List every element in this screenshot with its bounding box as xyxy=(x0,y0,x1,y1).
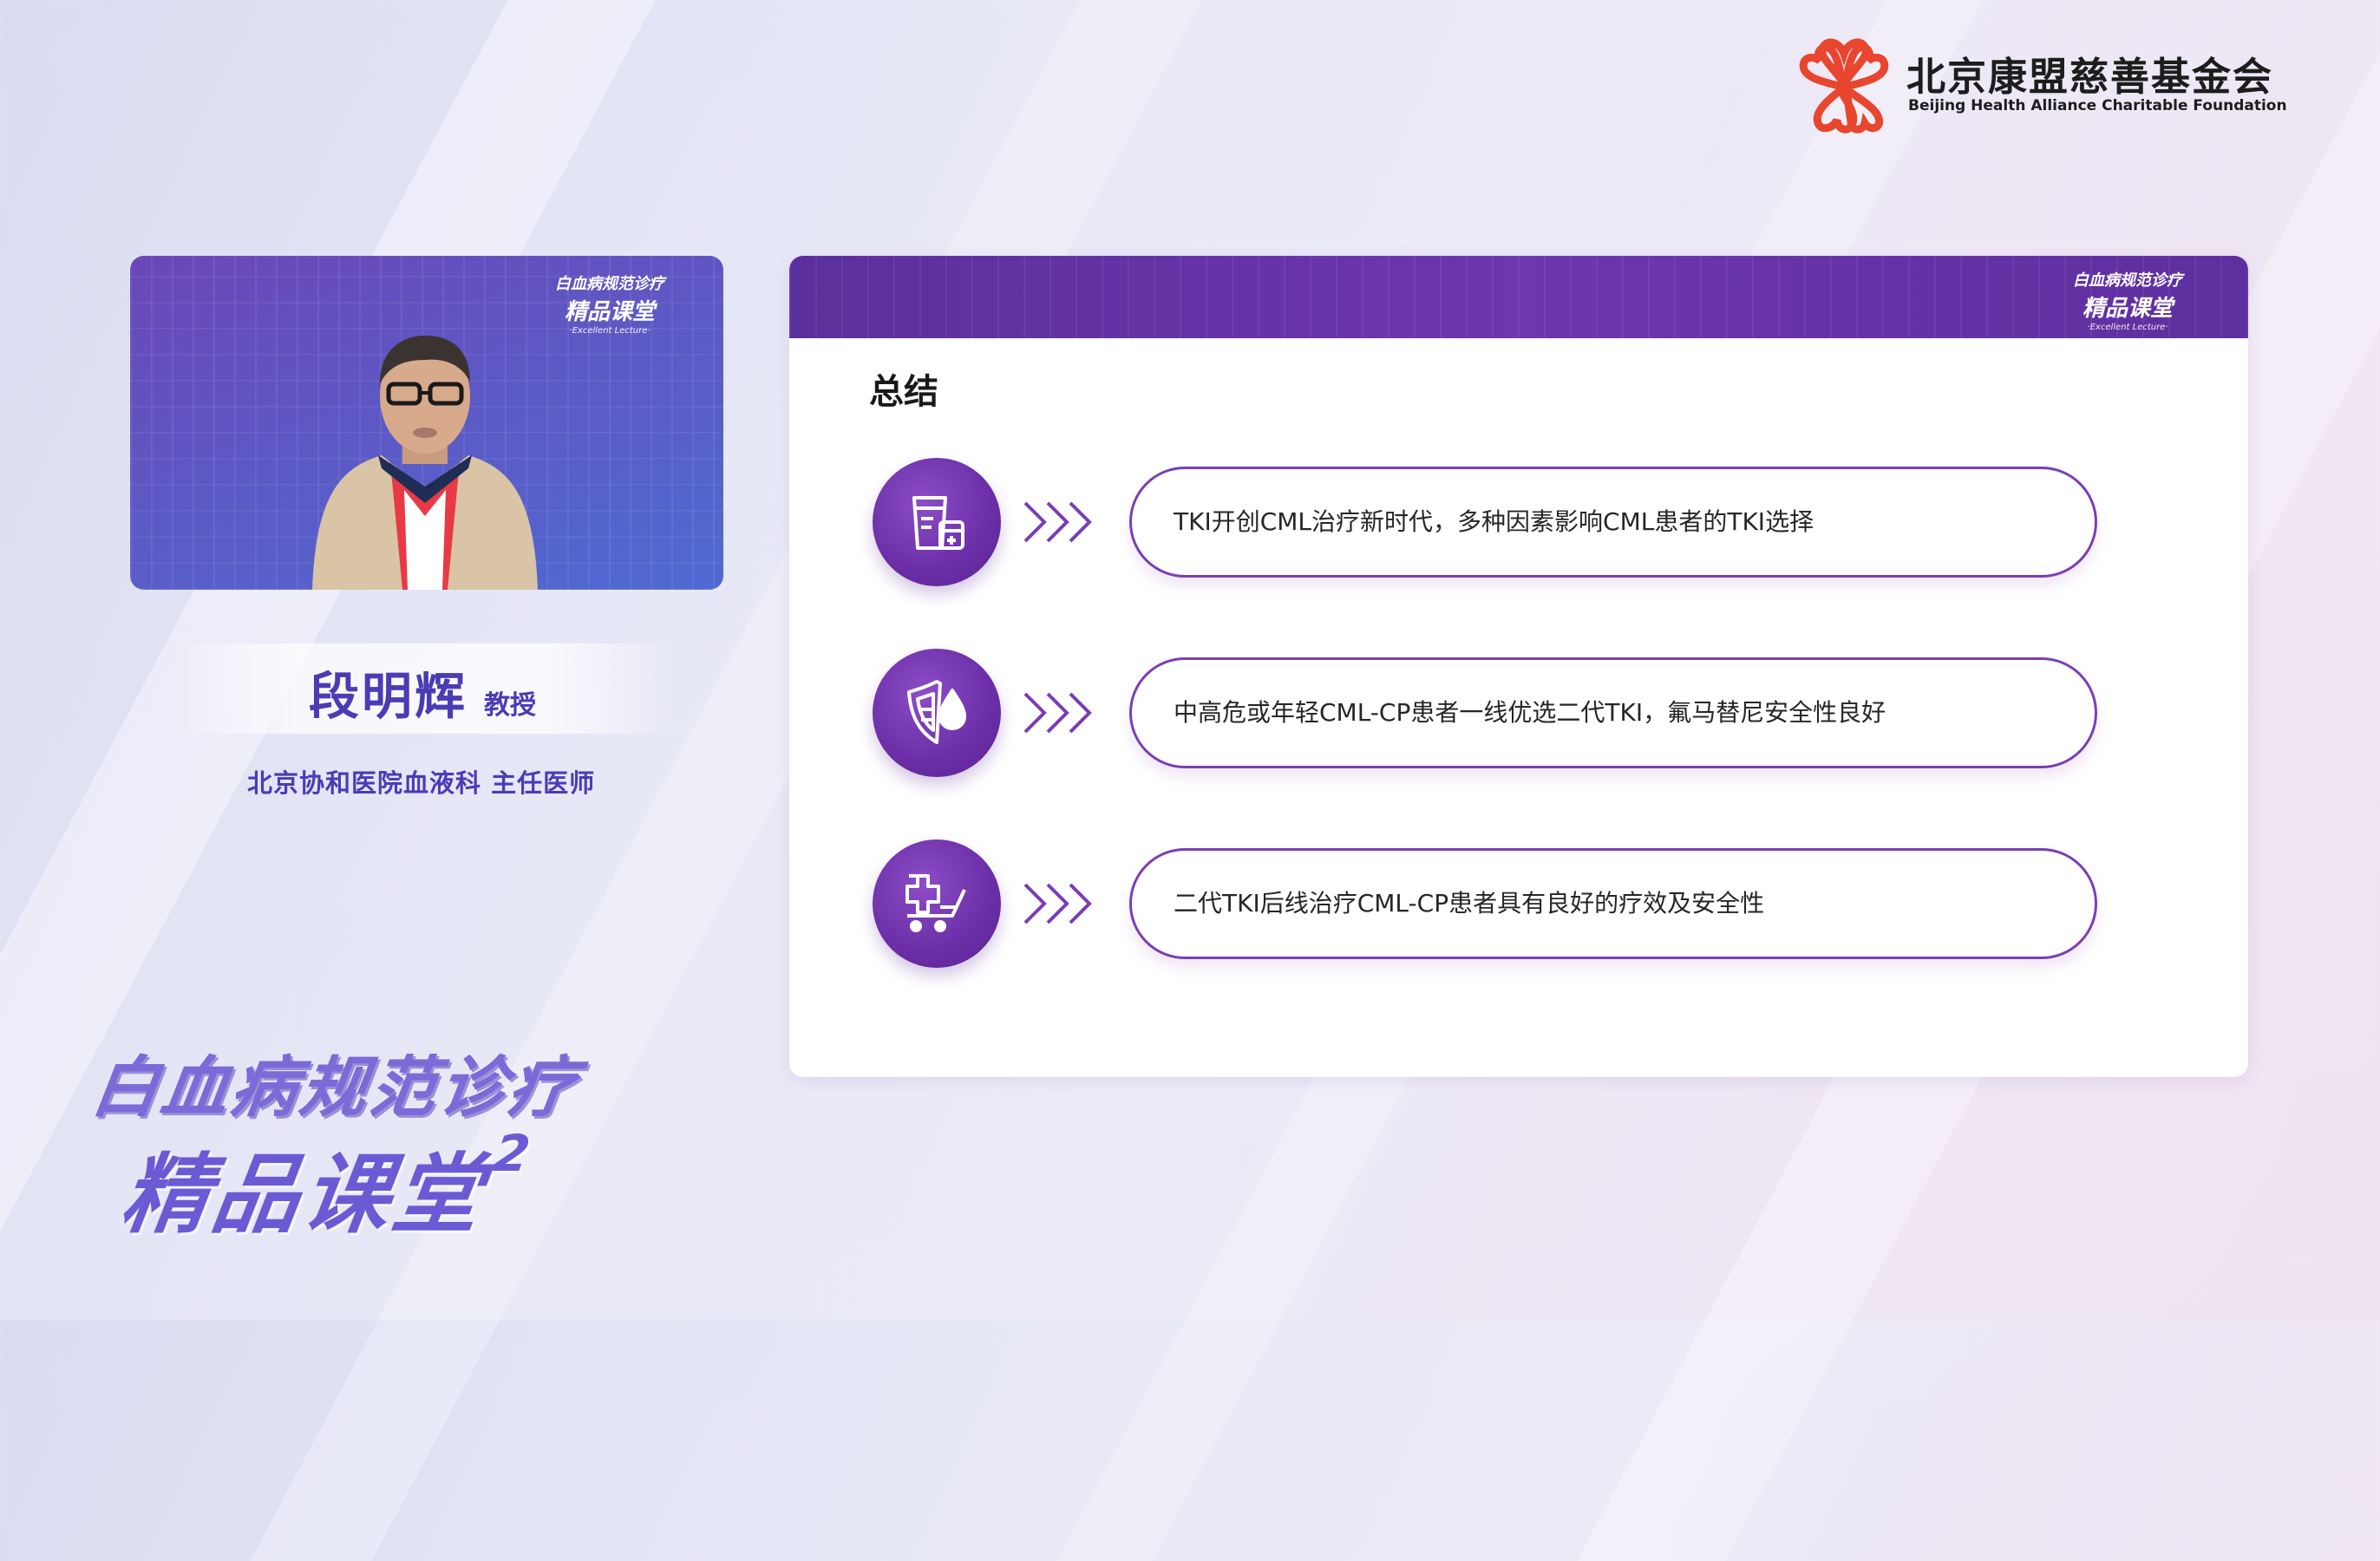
video-brand-subtitle: ·Excellent Lecture· xyxy=(569,326,651,336)
summary-item-3-badge xyxy=(873,839,1001,968)
summary-item-3-text: 二代TKI后线治疗CML-CP患者具有良好的疗效及安全性 xyxy=(1174,889,1765,918)
speaker-video[interactable]: 白血病规范诊疗 精品课堂 ·Excellent Lecture· xyxy=(130,256,723,590)
summary-item-1-badge xyxy=(873,458,1001,586)
slide-header-pattern xyxy=(789,256,2248,338)
foundation-heart-logo-icon xyxy=(1799,38,1889,134)
course-brand-line2-text: 精品课堂 xyxy=(115,1144,491,1245)
medicine-cup-icon xyxy=(912,496,964,550)
presentation-slide: 白血病规范诊疗 精品课堂 ·Excellent Lecture· 总结 TKI开… xyxy=(789,256,2248,1077)
slide-brand-badge: 白血病规范诊疗 精品课堂 ·Excellent Lecture· xyxy=(2073,268,2182,332)
foundation-logo: 北京康盟慈善基金会 Beijing Health Alliance Charit… xyxy=(1795,38,2287,134)
video-brand-line2: 精品课堂 xyxy=(564,299,655,325)
video-brand-line1: 白血病规范诊疗 xyxy=(555,275,664,293)
slide-brand-line2: 精品课堂 xyxy=(2082,296,2173,322)
speaker-affiliation: 北京协和医院血液科 主任医师 xyxy=(247,768,596,798)
shield-drop-icon xyxy=(907,680,966,744)
course-brand-line2: 精品课堂2 xyxy=(115,1124,573,1250)
course-brand-logo: 白血病规范诊疗 精品课堂2 xyxy=(70,1034,586,1250)
speaker-name: 段明辉 xyxy=(309,667,468,726)
summary-item-1-text: TKI开创CML治疗新时代，多种因素影响CML患者的TKI选择 xyxy=(1174,507,1814,536)
course-brand-superscript: 2 xyxy=(490,1124,538,1183)
speaker-title: 教授 xyxy=(484,690,536,721)
foundation-name-en: Beijing Health Alliance Charitable Found… xyxy=(1908,97,2287,114)
slide-brand-subtitle: ·Excellent Lecture· xyxy=(2087,323,2168,332)
summary-item-2: 中高危或年轻CML-CP患者一线优选二代TKI，氟马替尼安全性良好 xyxy=(1129,657,2097,768)
medical-cart-icon xyxy=(906,874,966,932)
slide-header-banner: 白血病规范诊疗 精品课堂 ·Excellent Lecture· xyxy=(789,256,2248,338)
summary-item-2-badge xyxy=(873,649,1001,777)
course-brand-line1: 白血病规范诊疗 xyxy=(87,1048,585,1126)
speaker-figure xyxy=(312,336,538,590)
chevron-arrows-icon xyxy=(1023,692,1092,734)
slide-title: 总结 xyxy=(869,372,938,412)
video-brand-badge: 白血病规范诊疗 精品课堂 ·Excellent Lecture· xyxy=(555,271,664,336)
summary-item-3: 二代TKI后线治疗CML-CP患者具有良好的疗效及安全性 xyxy=(1129,848,2097,959)
summary-item-2-text: 中高危或年轻CML-CP患者一线优选二代TKI，氟马替尼安全性良好 xyxy=(1174,698,1886,727)
slide-brand-line1: 白血病规范诊疗 xyxy=(2073,271,2182,290)
chevron-arrows-icon xyxy=(1023,501,1092,543)
chevron-arrows-icon xyxy=(1023,883,1092,924)
foundation-name-cn: 北京康盟慈善基金会 xyxy=(1906,54,2274,100)
summary-item-1: TKI开创CML治疗新时代，多种因素影响CML患者的TKI选择 xyxy=(1129,467,2097,578)
